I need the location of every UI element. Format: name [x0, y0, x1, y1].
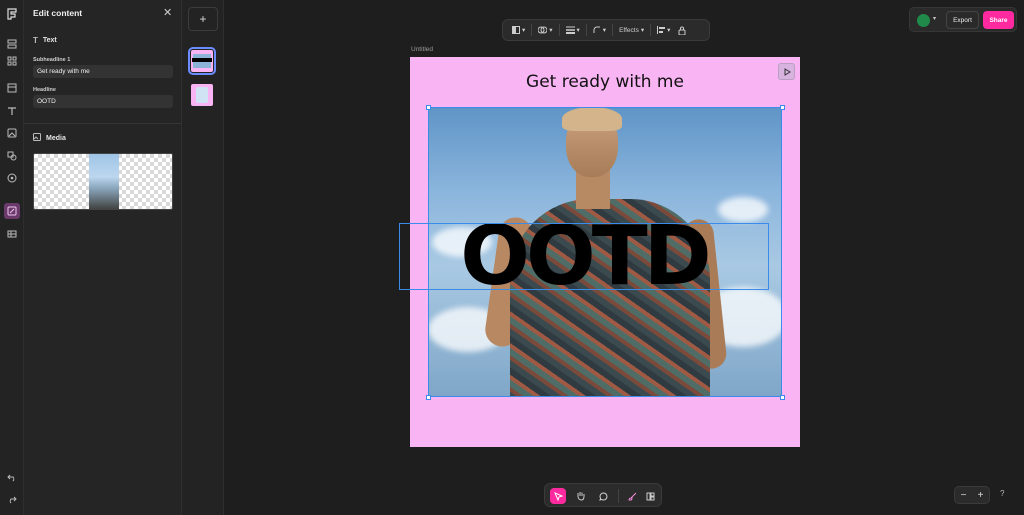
- text-section-label: Text: [42, 37, 57, 44]
- align-button[interactable]: ▾: [653, 22, 674, 38]
- chevron-down-icon: ▾: [549, 27, 553, 34]
- canvas-subheadline[interactable]: Get ready with me: [410, 72, 800, 92]
- close-icon[interactable]: ✕: [163, 6, 172, 19]
- left-rail: [0, 0, 24, 515]
- corner-radius-button[interactable]: ▾: [589, 22, 610, 38]
- effects-button[interactable]: Effects ▾: [615, 22, 648, 38]
- text-type-icon: T: [33, 36, 38, 45]
- share-button[interactable]: Share: [983, 11, 1014, 29]
- zoom-in-button[interactable]: +: [978, 490, 984, 501]
- chevron-down-icon: ▾: [522, 27, 526, 34]
- image-icon[interactable]: [4, 125, 20, 141]
- lock-icon[interactable]: [674, 22, 690, 38]
- top-right-actions: ▾ Export Share: [909, 7, 1017, 32]
- headline-selection-box: [399, 223, 769, 290]
- text-tool-icon[interactable]: [4, 103, 20, 119]
- chevron-down-icon: ▾: [576, 27, 580, 34]
- shapes-icon[interactable]: [4, 148, 20, 164]
- chevron-down-icon: ▾: [640, 27, 645, 34]
- chevron-down-icon: ▾: [667, 27, 671, 34]
- media-thumbnail[interactable]: [33, 153, 173, 210]
- subheadline-label: Subheadline 1: [33, 57, 71, 63]
- hand-icon[interactable]: [572, 488, 588, 504]
- zoom-controls: − +: [954, 486, 990, 504]
- logo-icon[interactable]: [4, 6, 20, 22]
- divider: [24, 123, 182, 124]
- export-button[interactable]: Export: [946, 11, 979, 29]
- color-picker-button[interactable]: ▾: [508, 22, 529, 38]
- effects-label: Effects: [619, 26, 639, 34]
- toolbar-separator: [531, 24, 533, 36]
- mask-button[interactable]: ▾: [534, 22, 556, 38]
- media-icon: [33, 133, 41, 143]
- redo-icon[interactable]: [4, 491, 20, 507]
- circle-target-icon[interactable]: [4, 170, 20, 186]
- panel-title: Edit content: [33, 8, 83, 18]
- brush-icon[interactable]: [624, 488, 640, 504]
- pages-strip: +: [182, 0, 224, 515]
- toolbar-separator: [618, 489, 619, 503]
- comment-icon[interactable]: [595, 488, 611, 504]
- chevron-down-icon: ▾: [602, 27, 607, 34]
- text-section-header: T Text: [33, 36, 57, 45]
- cursor-icon[interactable]: [550, 488, 566, 504]
- edit-content-icon[interactable]: [4, 203, 20, 219]
- resize-handle[interactable]: [780, 105, 785, 110]
- app: Edit content ✕ T Text Subheadline 1 Get …: [0, 0, 1024, 515]
- media-section-header: Media: [33, 133, 66, 143]
- resize-handle[interactable]: [426, 105, 431, 110]
- headline-label: Headline: [33, 87, 56, 93]
- undo-icon[interactable]: [4, 469, 20, 485]
- layout-icon[interactable]: [4, 80, 20, 96]
- play-icon[interactable]: [778, 63, 795, 80]
- toolbar-separator: [585, 24, 587, 36]
- page-thumb-2[interactable]: [191, 84, 213, 106]
- toolbar-separator: [650, 24, 652, 36]
- border-style-button[interactable]: ▾: [562, 22, 584, 38]
- zoom-out-button[interactable]: −: [961, 490, 967, 501]
- resize-handle[interactable]: [426, 395, 431, 400]
- page-thumb-1[interactable]: [188, 47, 216, 75]
- resize-handle[interactable]: [780, 395, 785, 400]
- table-icon[interactable]: [4, 226, 20, 242]
- layers-icon[interactable]: [4, 36, 20, 52]
- bottom-toolbar: [544, 483, 662, 507]
- toolbar-separator: [612, 24, 614, 36]
- add-page-button[interactable]: +: [188, 7, 218, 31]
- headline-field[interactable]: OOTD: [33, 95, 173, 108]
- toolbar-separator: [558, 24, 560, 36]
- page-thumb-headline: [192, 58, 212, 62]
- chevron-down-icon[interactable]: ▾: [933, 15, 936, 22]
- document-name: Untitled: [411, 46, 434, 53]
- grid-view-icon[interactable]: [642, 488, 658, 504]
- edit-content-panel: Edit content ✕ T Text Subheadline 1 Get …: [24, 0, 182, 515]
- avatar[interactable]: [917, 14, 930, 27]
- media-section-label: Media: [46, 134, 66, 142]
- help-button[interactable]: ?: [1000, 489, 1004, 498]
- grid-icon[interactable]: [4, 53, 20, 69]
- top-toolbar: ▾ ▾ ▾ ▾ Effects ▾ ▾: [502, 19, 710, 41]
- subheadline-field[interactable]: Get ready with me: [33, 65, 173, 78]
- page-thumb-image: [196, 87, 208, 103]
- media-photo: [89, 154, 119, 209]
